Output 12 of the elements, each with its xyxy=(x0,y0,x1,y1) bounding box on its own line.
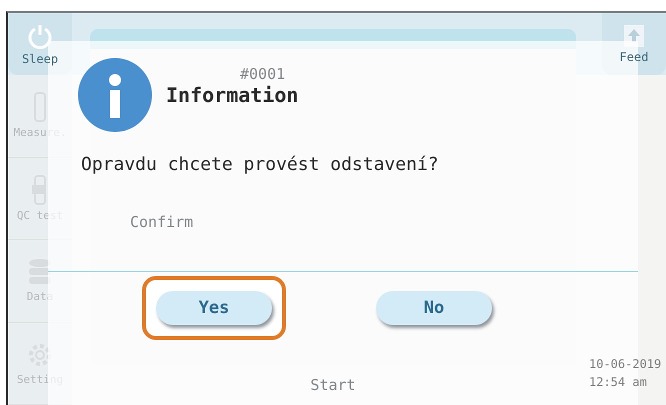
confirm-label: Confirm xyxy=(130,213,194,231)
time-text: 12:54 am xyxy=(589,374,648,391)
dialog-message: Opravdu chcete provést odstavení? xyxy=(81,154,440,175)
info-icon xyxy=(78,58,152,132)
dialog-button[interactable]: Yes xyxy=(156,291,272,325)
qc-icon xyxy=(31,174,49,205)
sample-id: #0001 xyxy=(240,65,286,83)
dialog-button[interactable]: No xyxy=(376,291,492,325)
start-label: Start xyxy=(310,376,356,394)
date-text: 10-06-2019 xyxy=(589,356,662,373)
dialog-title: Information xyxy=(166,83,298,107)
tube-icon xyxy=(33,92,47,122)
